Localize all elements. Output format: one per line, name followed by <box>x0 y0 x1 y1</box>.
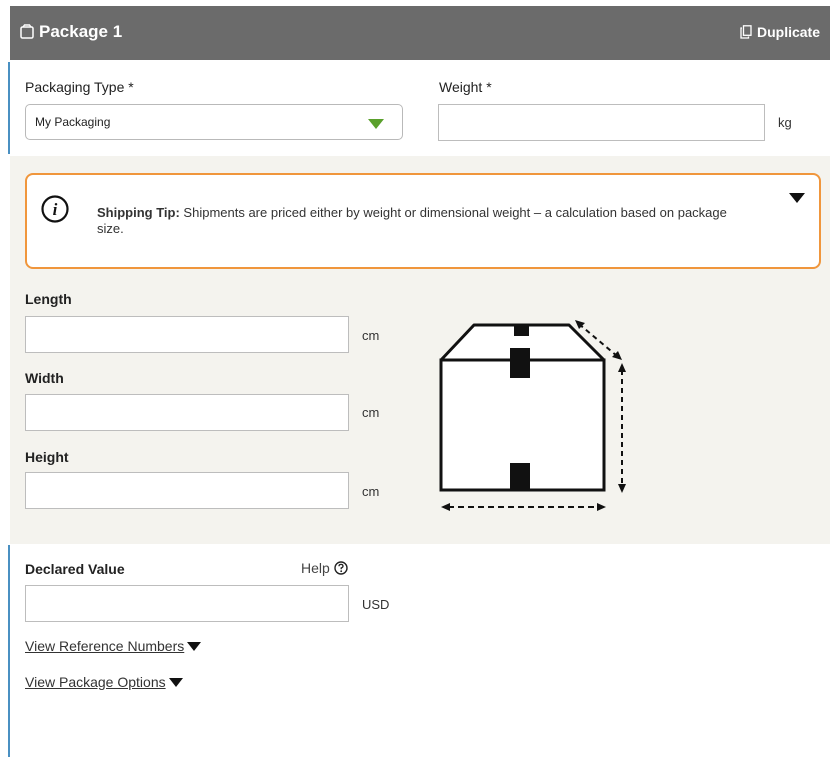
info-icon: i <box>41 195 69 223</box>
width-label: Width <box>25 370 64 386</box>
length-unit: cm <box>362 328 380 343</box>
section-indicator-lower <box>8 545 10 757</box>
help-label: Help <box>301 560 330 576</box>
package-header: Package 1 Duplicate <box>10 6 830 60</box>
package-form: Package 1 Duplicate Packaging Type * My … <box>0 0 830 757</box>
triangle-down-icon <box>168 677 183 687</box>
copy-icon <box>740 25 752 39</box>
declared-value-input[interactable] <box>25 585 349 622</box>
packaging-type-label: Packaging Type * <box>25 79 134 95</box>
package-title: Package 1 <box>39 22 123 41</box>
chevron-down-icon <box>368 119 384 129</box>
triangle-down-icon[interactable] <box>789 193 805 203</box>
shipping-tip-body: Shipments are priced either by weight or… <box>97 205 727 236</box>
section-indicator <box>8 62 10 154</box>
package-icon <box>20 24 34 39</box>
width-unit: cm <box>362 405 380 420</box>
length-label: Length <box>25 291 72 307</box>
declared-value-unit: USD <box>362 597 390 612</box>
height-unit: cm <box>362 484 380 499</box>
height-label: Height <box>25 449 69 465</box>
triangle-down-icon <box>187 641 202 651</box>
declared-value-label: Declared Value <box>25 561 125 577</box>
svg-text:i: i <box>53 200 58 219</box>
view-package-options-link[interactable]: View Package Options <box>25 674 183 690</box>
duplicate-label: Duplicate <box>756 24 820 40</box>
packaging-type-value: My Packaging <box>35 115 111 129</box>
view-reference-numbers-label: View Reference Numbers <box>25 638 185 654</box>
weight-label: Weight * <box>439 79 492 95</box>
length-input[interactable] <box>25 316 349 353</box>
packaging-type-select[interactable]: My Packaging <box>25 104 403 140</box>
duplicate-button[interactable]: Duplicate <box>740 24 820 40</box>
weight-unit: kg <box>778 115 792 130</box>
shipping-tip-title: Shipping Tip: <box>97 205 180 220</box>
view-package-options-label: View Package Options <box>25 674 166 690</box>
question-circle-icon <box>334 561 348 575</box>
width-input[interactable] <box>25 394 349 431</box>
weight-input[interactable] <box>438 104 765 141</box>
view-reference-numbers-link[interactable]: View Reference Numbers <box>25 638 202 654</box>
shipping-tip: i Shipping Tip: Shipments are priced eit… <box>25 173 821 269</box>
height-input[interactable] <box>25 472 349 509</box>
shipping-tip-text: Shipping Tip: Shipments are priced eithe… <box>97 205 757 237</box>
box-dimensions-icon <box>439 320 626 511</box>
help-link[interactable]: Help <box>301 560 348 576</box>
